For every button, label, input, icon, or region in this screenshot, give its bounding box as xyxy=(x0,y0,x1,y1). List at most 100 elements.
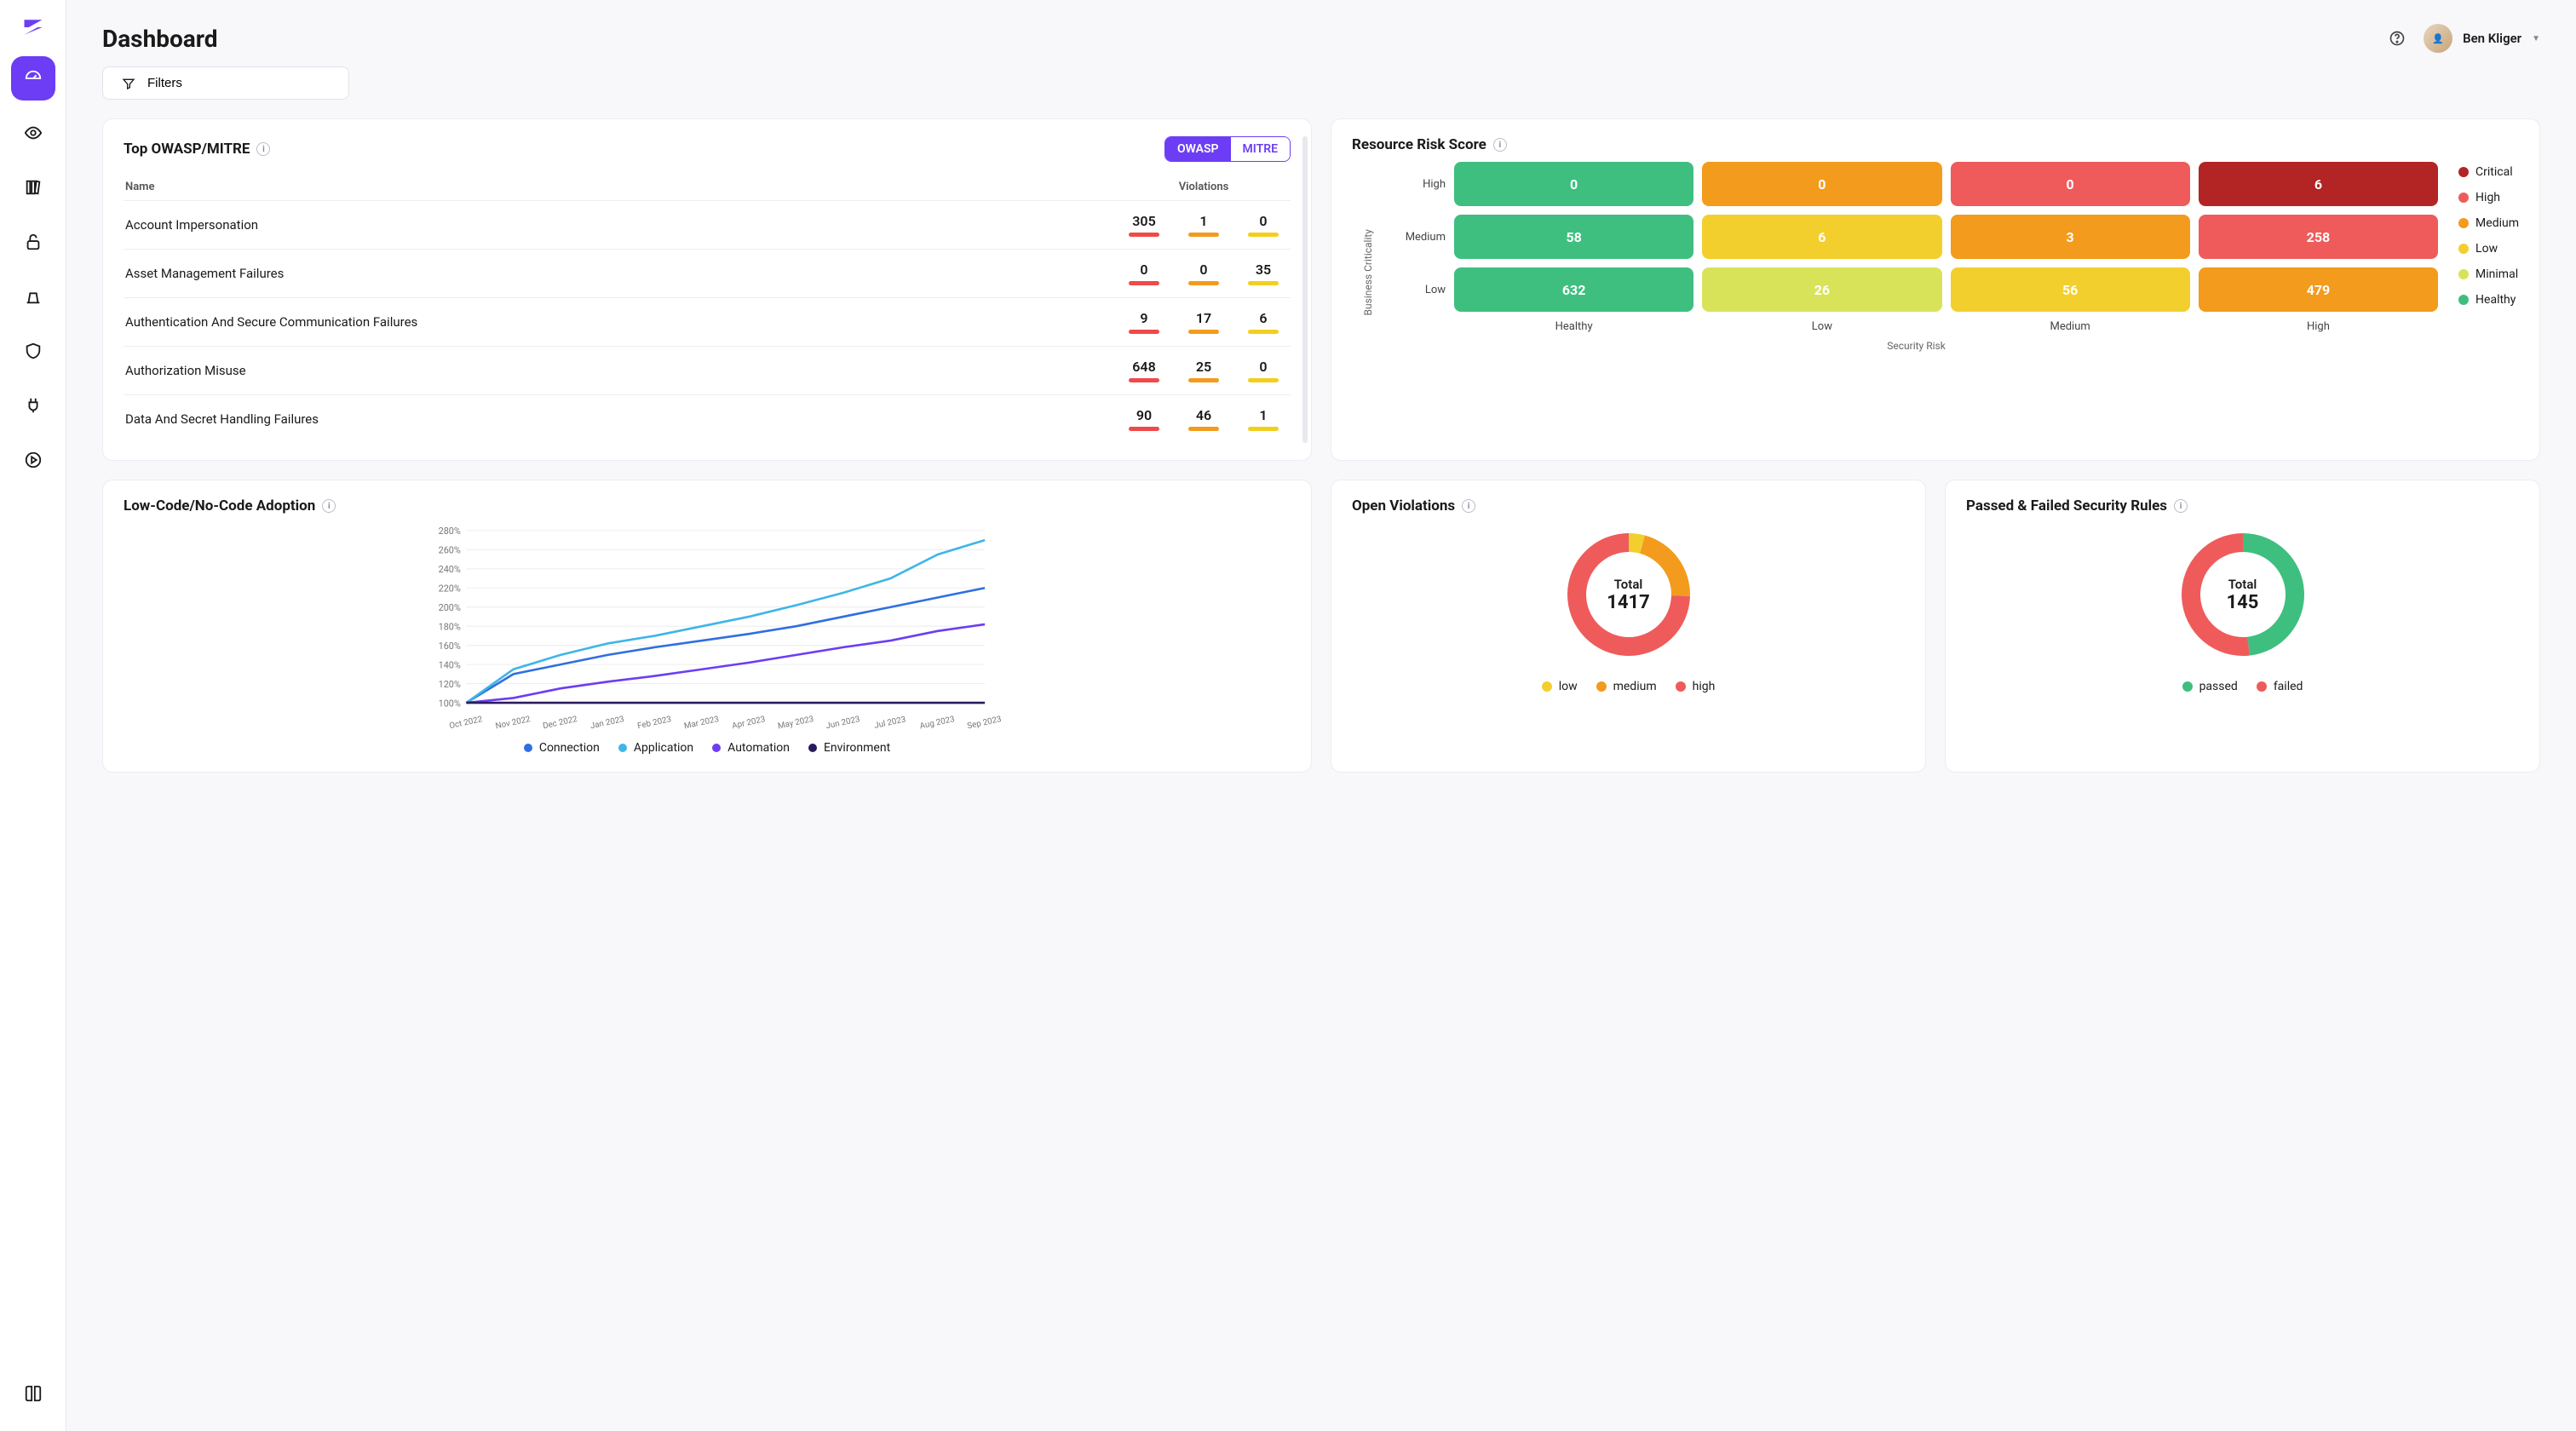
row-name: Authorization Misuse xyxy=(125,363,1118,378)
table-row[interactable]: Authentication And Secure Communication … xyxy=(124,297,1291,346)
legend-item: Minimal xyxy=(2458,267,2519,281)
card-title-owasp: Top OWASP/MITRE xyxy=(124,141,250,158)
violation-cell: 90 xyxy=(1118,407,1170,431)
row-name: Data And Secret Handling Failures xyxy=(125,411,1118,427)
svg-text:260%: 260% xyxy=(439,545,461,556)
risk-cell[interactable]: 0 xyxy=(1454,162,1693,206)
risk-col-label: Low xyxy=(1702,320,1941,333)
card-adoption: Low-Code/No-Code Adoption i 100%120%140%… xyxy=(102,480,1312,773)
legend-item: Healthy xyxy=(2458,293,2519,307)
legend-item: Environment xyxy=(808,741,890,755)
funnel-icon xyxy=(122,77,135,90)
svg-text:240%: 240% xyxy=(439,564,461,575)
info-icon[interactable]: i xyxy=(1493,138,1507,152)
svg-text:Feb 2023: Feb 2023 xyxy=(636,715,672,731)
violation-cell: 0 xyxy=(1238,213,1289,237)
violation-cell: 1 xyxy=(1238,407,1289,431)
logo xyxy=(21,15,45,39)
risk-col-label: Medium xyxy=(1951,320,2190,333)
card-open-violations: Open Violations i Total 1417 lowmediumhi… xyxy=(1331,480,1926,773)
violation-cell: 1 xyxy=(1178,213,1229,237)
table-row[interactable]: Data And Secret Handling Failures90 46 1 xyxy=(124,394,1291,443)
toggle-owasp[interactable]: OWASP xyxy=(1165,137,1231,161)
table-row[interactable]: Asset Management Failures0035 xyxy=(124,249,1291,297)
svg-text:180%: 180% xyxy=(439,622,461,633)
risk-legend: CriticalHighMediumLowMinimalHealthy xyxy=(2458,162,2519,352)
svg-text:100%: 100% xyxy=(439,698,461,709)
risk-cell[interactable]: 0 xyxy=(1702,162,1941,206)
legend-item: low xyxy=(1542,680,1578,693)
legend-item: Application xyxy=(618,741,693,755)
sidebar-item-library[interactable] xyxy=(11,165,55,210)
risk-cell[interactable]: 56 xyxy=(1951,267,2190,312)
table-row[interactable]: Authorization Misuse648250 xyxy=(124,346,1291,394)
sidebar-item-docs[interactable] xyxy=(11,1371,55,1416)
violation-cell: 25 xyxy=(1178,359,1229,382)
legend-open-violations: lowmediumhigh xyxy=(1542,680,1716,693)
toggle-mitre[interactable]: MITRE xyxy=(1231,137,1290,161)
violation-cell: 46 xyxy=(1178,407,1229,431)
risk-col-label: High xyxy=(2199,320,2438,333)
owasp-table-header: Name Violations xyxy=(124,174,1291,200)
risk-cell[interactable]: 3 xyxy=(1951,215,2190,259)
card-rules: Passed & Failed Security Rules i Total 1… xyxy=(1945,480,2540,773)
risk-cell[interactable]: 58 xyxy=(1454,215,1693,259)
svg-text:Aug 2023: Aug 2023 xyxy=(919,715,956,731)
sidebar-item-unlock[interactable] xyxy=(11,220,55,264)
info-icon[interactable]: i xyxy=(2174,499,2188,513)
violation-cell: 17 xyxy=(1178,310,1229,334)
x-axis-label: Security Risk xyxy=(1394,340,2438,352)
svg-text:Jul 2023: Jul 2023 xyxy=(873,715,906,731)
risk-cell[interactable]: 479 xyxy=(2199,267,2438,312)
donut-rules: Total 145 xyxy=(2175,526,2311,663)
risk-cell[interactable]: 26 xyxy=(1702,267,1941,312)
svg-text:160%: 160% xyxy=(439,641,461,652)
svg-text:Sep 2023: Sep 2023 xyxy=(966,715,1002,731)
help-icon[interactable] xyxy=(2388,29,2406,48)
filters-button[interactable]: Filters xyxy=(102,66,349,100)
info-icon[interactable]: i xyxy=(256,142,270,156)
violation-cell: 305 xyxy=(1118,213,1170,237)
risk-cell[interactable]: 0 xyxy=(1951,162,2190,206)
row-name: Account Impersonation xyxy=(125,217,1118,233)
svg-text:Nov 2022: Nov 2022 xyxy=(495,715,532,732)
info-icon[interactable]: i xyxy=(322,499,336,513)
sidebar-item-build[interactable] xyxy=(11,274,55,319)
risk-row-label: Medium xyxy=(1394,231,1446,244)
svg-text:Jan 2023: Jan 2023 xyxy=(589,715,625,731)
card-title-risk: Resource Risk Score xyxy=(1352,136,1486,153)
risk-cell[interactable]: 6 xyxy=(2199,162,2438,206)
svg-text:220%: 220% xyxy=(439,583,461,595)
sidebar-item-shield[interactable] xyxy=(11,329,55,373)
table-row[interactable]: Account Impersonation305 10 xyxy=(124,200,1291,249)
user-menu[interactable]: 👤 Ben Kliger ▼ xyxy=(2424,24,2540,53)
violation-cell: 9 xyxy=(1118,310,1170,334)
legend-item: High xyxy=(2458,191,2519,204)
legend-item: Connection xyxy=(524,741,600,755)
avatar: 👤 xyxy=(2424,24,2452,53)
sidebar-item-visibility[interactable] xyxy=(11,111,55,155)
adoption-chart: 100%120%140%160%180%200%220%240%260%280%… xyxy=(124,521,1291,734)
scrollbar[interactable] xyxy=(1302,136,1308,443)
risk-cell[interactable]: 6 xyxy=(1702,215,1941,259)
row-name: Asset Management Failures xyxy=(125,266,1118,281)
svg-text:Mar 2023: Mar 2023 xyxy=(683,715,720,731)
legend-item: passed xyxy=(2182,680,2238,693)
violation-cell: 0 xyxy=(1178,261,1229,285)
risk-cell[interactable]: 632 xyxy=(1454,267,1693,312)
risk-heatmap: High0006Medium5863258Low6322656479 xyxy=(1394,162,2438,312)
adoption-legend: ConnectionApplicationAutomationEnvironme… xyxy=(124,741,1291,755)
card-owasp: Top OWASP/MITRE i OWASP MITRE Name Viola… xyxy=(102,118,1312,461)
main: Dashboard 👤 Ben Kliger ▼ Filters xyxy=(66,0,2576,1431)
sidebar-item-play[interactable] xyxy=(11,438,55,482)
svg-text:140%: 140% xyxy=(439,659,461,670)
violation-cell: 6 xyxy=(1238,310,1289,334)
owasp-mitre-toggle: OWASP MITRE xyxy=(1164,136,1291,162)
risk-cell[interactable]: 258 xyxy=(2199,215,2438,259)
sidebar-item-plugin[interactable] xyxy=(11,383,55,428)
donut-open-violations: Total 1417 xyxy=(1561,526,1697,663)
card-title-adoption: Low-Code/No-Code Adoption xyxy=(124,497,315,514)
info-icon[interactable]: i xyxy=(1462,499,1475,513)
sidebar-item-dashboard[interactable] xyxy=(11,56,55,101)
violation-cell: 0 xyxy=(1118,261,1170,285)
